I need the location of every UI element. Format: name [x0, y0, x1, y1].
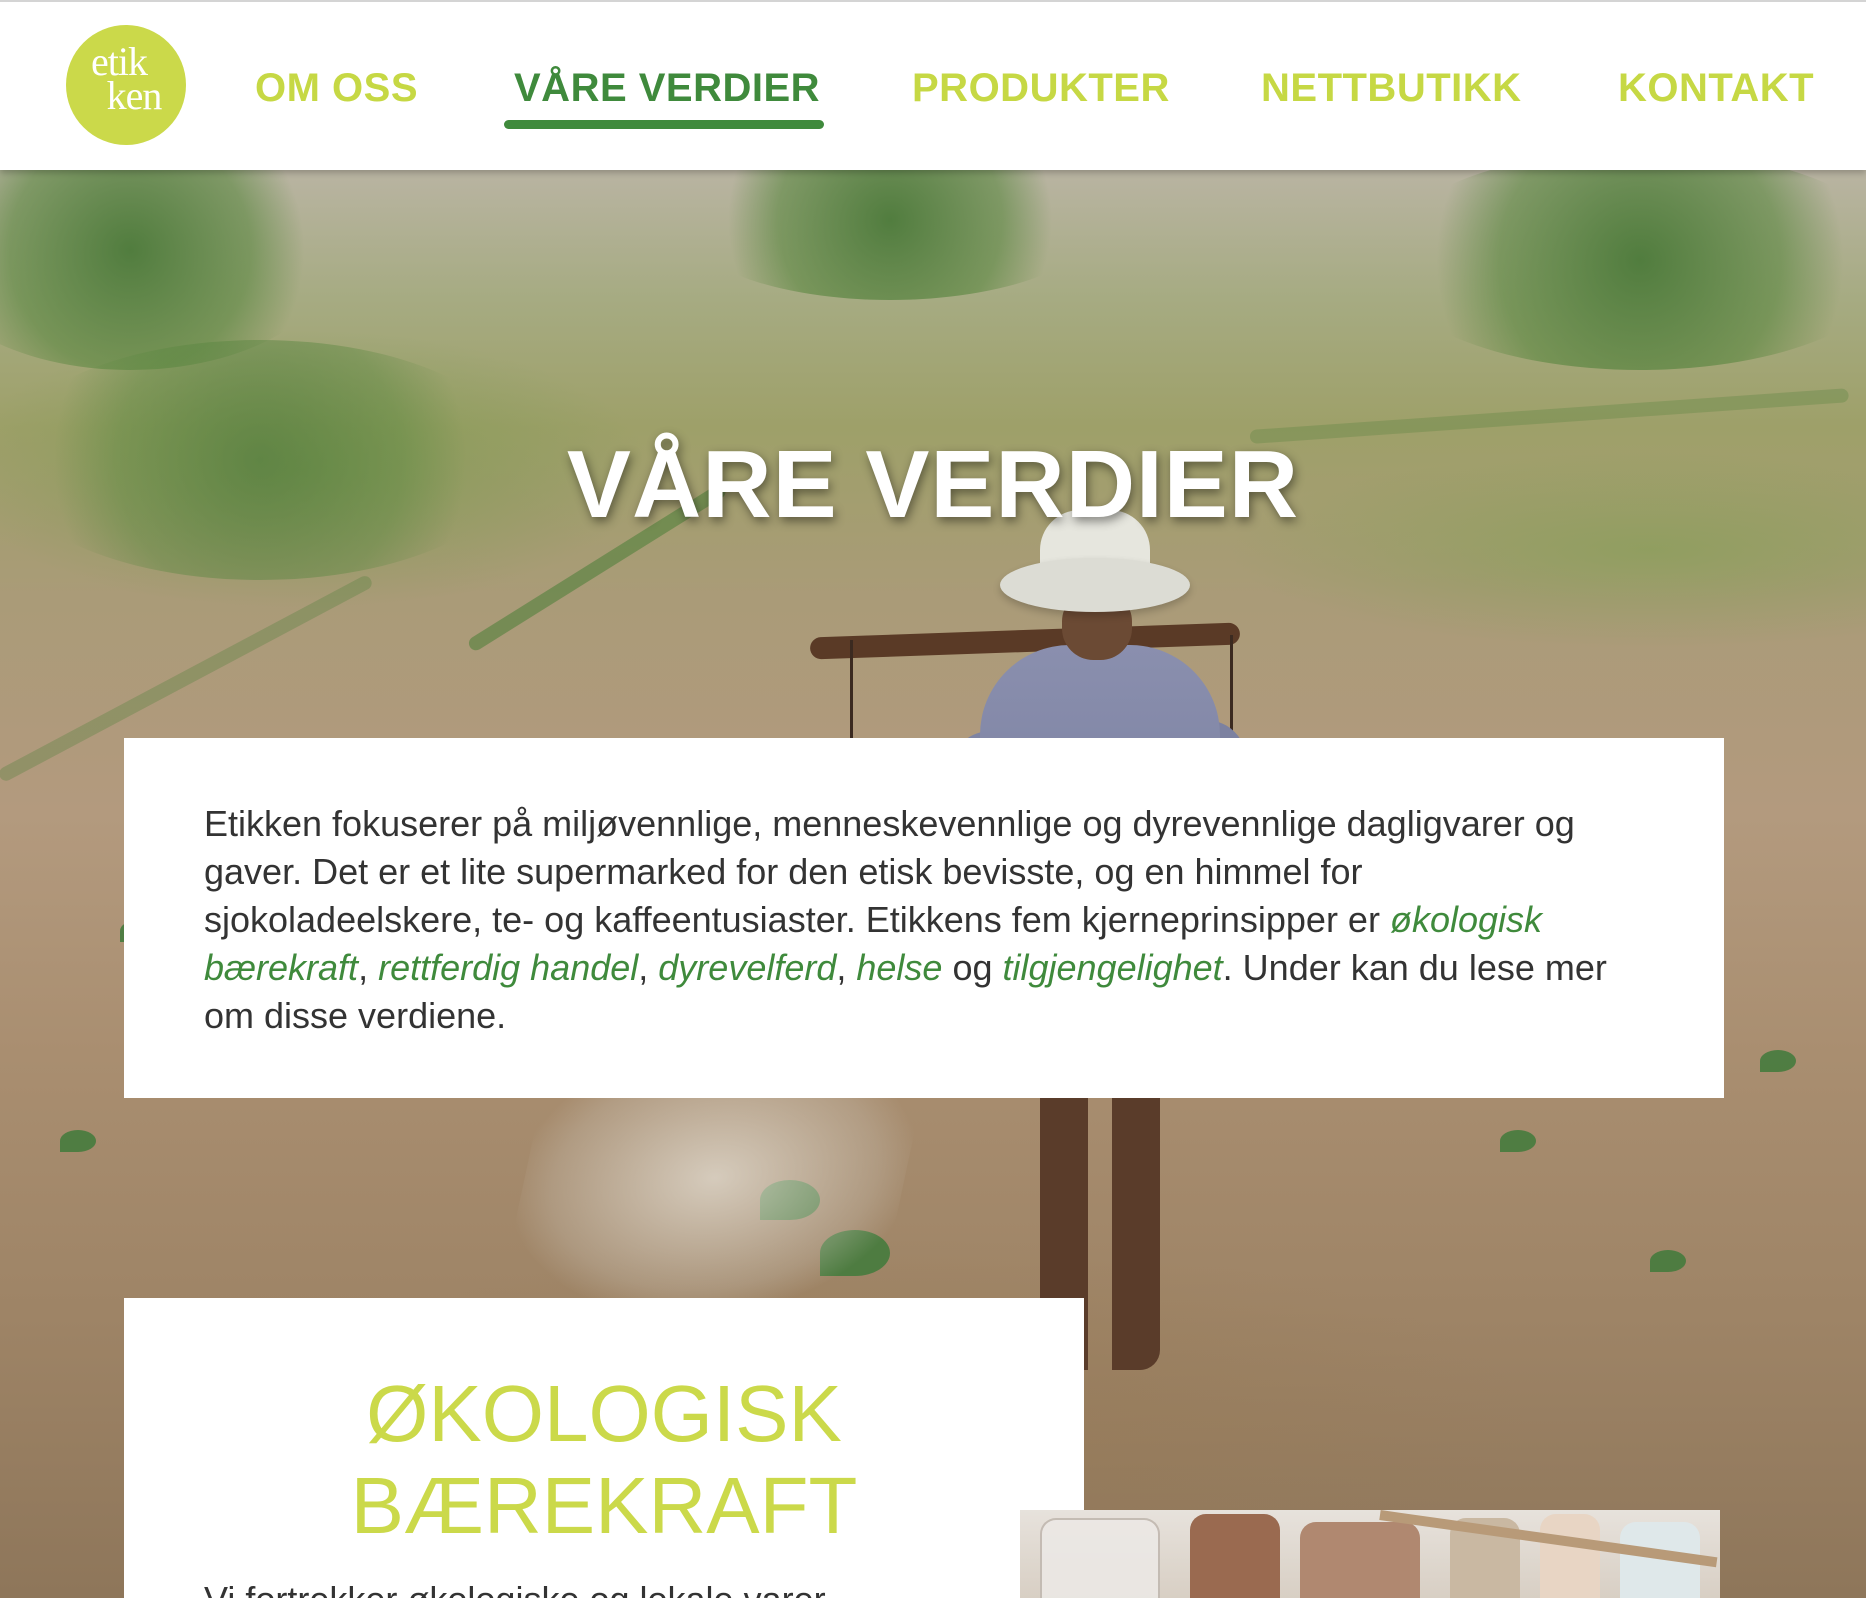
carrying-pole	[809, 622, 1241, 660]
nav-item-produkter[interactable]: PRODUKTER	[912, 64, 1170, 112]
jar	[1540, 1514, 1600, 1598]
nav-item-vare-verdier[interactable]: VÅRE VERDIER	[514, 64, 820, 112]
farmer-hat-brim	[1000, 558, 1190, 612]
bg-foliage	[680, 170, 1100, 300]
section-title: ØKOLOGISK BÆREKRAFT	[124, 1368, 1084, 1552]
site-header: etik ken OM OSS VÅRE VERDIER PRODUKTER N…	[0, 0, 1866, 170]
separator: ,	[638, 947, 659, 988]
section-title-line-1: ØKOLOGISK	[366, 1369, 842, 1458]
active-nav-underline	[504, 120, 824, 129]
bg-plant	[1760, 1050, 1796, 1072]
product-shelf-photo	[1020, 1510, 1720, 1598]
separator: ,	[358, 947, 379, 988]
intro-card: Etikken fokuserer på miljøvennlige, menn…	[124, 738, 1724, 1098]
jar	[1300, 1522, 1420, 1598]
value-link-helse[interactable]: helse	[856, 947, 942, 988]
hero-title: VÅRE VERDIER	[566, 431, 1300, 538]
nav-item-om-oss[interactable]: OM OSS	[255, 64, 418, 112]
intro-text-start: Etikken fokuserer på miljøvennlige, menn…	[204, 803, 1575, 940]
nav-item-kontakt[interactable]: KONTAKT	[1618, 64, 1814, 112]
bg-plant	[1500, 1130, 1536, 1152]
jar	[1040, 1518, 1160, 1598]
section-body-line: Vi fortrekker økologiske og lokale varer	[204, 1584, 904, 1598]
jar	[1190, 1514, 1280, 1598]
etikken-logo[interactable]: etik ken	[66, 25, 186, 145]
bg-plant	[1650, 1250, 1686, 1272]
separator: og	[942, 947, 1003, 988]
logo-wordmark: etik ken	[66, 42, 186, 118]
value-link-rettferdig-handel[interactable]: rettferdig handel	[378, 947, 638, 988]
section-card-okologisk-baerekraft: ØKOLOGISK BÆREKRAFT Vi fortrekker økolog…	[124, 1298, 1084, 1598]
section-title-line-2: BÆREKRAFT	[350, 1461, 858, 1550]
section-body-text: Vi fortrekker økologiske og lokale varer	[204, 1584, 904, 1598]
bg-foliage	[1380, 170, 1866, 370]
logo-line-2: ken	[106, 73, 163, 118]
bg-plant	[60, 1130, 96, 1152]
separator: ,	[836, 947, 857, 988]
value-link-dyrevelferd[interactable]: dyrevelferd	[658, 947, 836, 988]
value-link-tilgjengelighet[interactable]: tilgjengelighet	[1003, 947, 1223, 988]
nav-item-nettbutikk[interactable]: NETTBUTIKK	[1261, 64, 1522, 112]
intro-paragraph: Etikken fokuserer på miljøvennlige, menn…	[204, 800, 1644, 1040]
